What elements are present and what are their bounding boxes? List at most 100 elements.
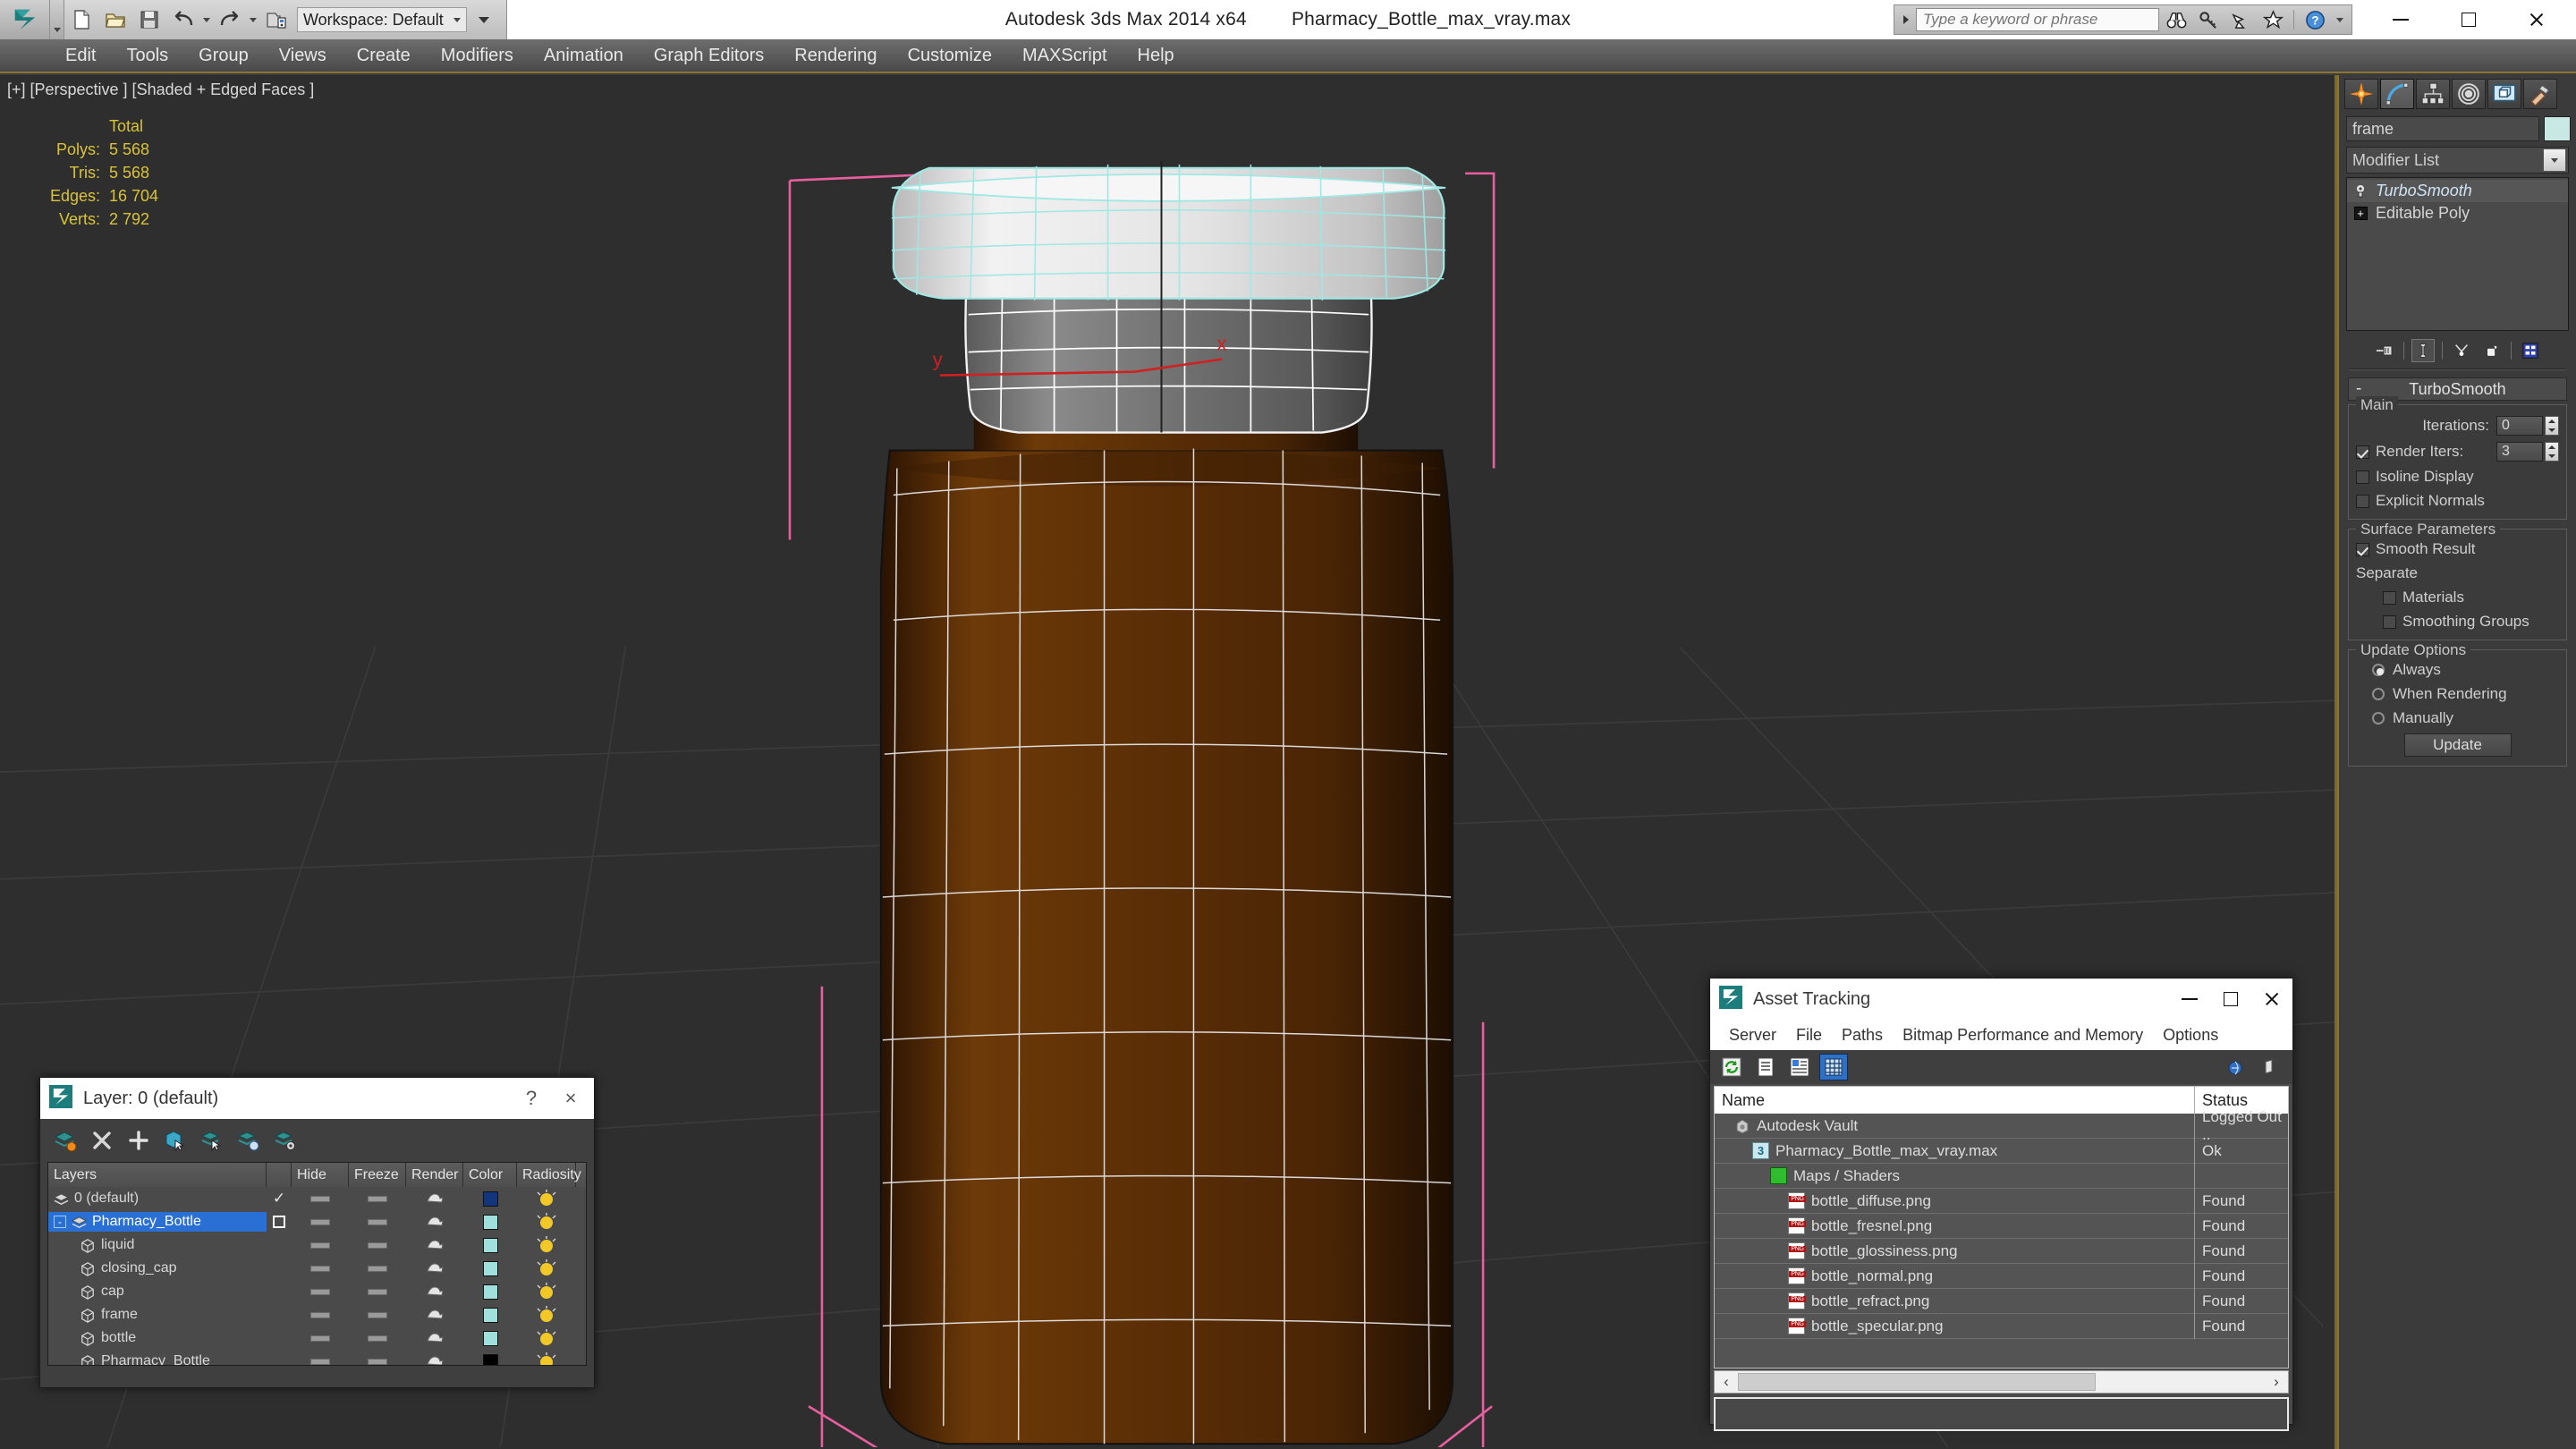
asset-name-cell[interactable]: bottle_glossiness.png xyxy=(1715,1238,2195,1264)
column-current[interactable] xyxy=(267,1163,292,1187)
redo-icon[interactable] xyxy=(213,2,247,38)
object-color-swatch[interactable] xyxy=(463,1237,517,1253)
hide-toggle[interactable] xyxy=(292,1241,349,1249)
menu-bitmap-performance-and-memory[interactable]: Bitmap Performance and Memory xyxy=(1893,1021,2153,1048)
menu-options[interactable]: Options xyxy=(2153,1021,2228,1048)
table-row[interactable]: - Pharmacy_Bottle xyxy=(48,1210,586,1233)
hide-toggle[interactable] xyxy=(292,1218,349,1225)
column-freeze[interactable]: Freeze xyxy=(349,1163,406,1187)
iterations-spinner[interactable] xyxy=(2545,416,2559,436)
smooth-result-checkbox[interactable] xyxy=(2356,542,2369,556)
hide-toggle[interactable] xyxy=(292,1195,349,1202)
freeze-toggle[interactable] xyxy=(349,1335,406,1342)
object-color-swatch[interactable] xyxy=(463,1353,517,1365)
application-menu-chevron-icon[interactable] xyxy=(50,0,64,39)
pin-stack-icon[interactable] xyxy=(2373,339,2396,362)
horizontal-scrollbar[interactable]: ‹ › xyxy=(1714,1370,2289,1394)
render-toggle[interactable] xyxy=(406,1353,463,1365)
column-color[interactable]: Color xyxy=(463,1163,517,1187)
satellite-dish-icon[interactable] xyxy=(2225,6,2256,33)
minimize-button[interactable] xyxy=(2169,979,2210,1020)
menu-views[interactable]: Views xyxy=(264,38,342,72)
column-name[interactable]: Name xyxy=(1715,1087,2195,1114)
render-iters-checkbox[interactable] xyxy=(2356,445,2369,459)
close-button[interactable] xyxy=(2503,0,2571,39)
object-name-cell[interactable]: cap xyxy=(48,1282,267,1301)
table-row[interactable]: bottle_specular.png Found xyxy=(1715,1313,2288,1339)
radiosity-icon[interactable] xyxy=(517,1283,576,1301)
menu-animation[interactable]: Animation xyxy=(529,38,639,72)
project-folder-icon[interactable] xyxy=(259,2,293,38)
table-row[interactable]: cap xyxy=(48,1280,586,1303)
radiosity-icon[interactable] xyxy=(517,1259,576,1277)
freeze-toggle[interactable] xyxy=(349,1218,406,1225)
layer-list[interactable]: Layers Hide Freeze Render Color Radiosit… xyxy=(47,1162,587,1366)
hide-toggle[interactable] xyxy=(292,1288,349,1295)
menu-file[interactable]: File xyxy=(1786,1021,1832,1048)
materials-checkbox[interactable] xyxy=(2383,590,2396,605)
table-row[interactable]: 3 Pharmacy_Bottle_max_vray.max Ok xyxy=(1715,1138,2288,1164)
asset-name-cell[interactable]: bottle_fresnel.png xyxy=(1715,1213,2195,1239)
layer-name-cell[interactable]: - Pharmacy_Bottle xyxy=(48,1212,267,1232)
table-row[interactable]: bottle_normal.png Found xyxy=(1715,1263,2288,1289)
help-network-icon[interactable]: ? xyxy=(2223,1054,2251,1080)
make-unique-icon[interactable] xyxy=(2450,339,2473,362)
field-isoline-display[interactable]: Isoline Display xyxy=(2356,468,2559,486)
field-materials[interactable]: Materials xyxy=(2356,589,2559,606)
smoothing-groups-checkbox[interactable] xyxy=(2383,614,2396,629)
layer-color-swatch[interactable] xyxy=(463,1214,517,1230)
menu-edit[interactable]: Edit xyxy=(50,38,111,72)
freeze-toggle[interactable] xyxy=(349,1265,406,1272)
table-row[interactable]: Autodesk Vault Logged Out .. xyxy=(1715,1108,2288,1143)
help-button[interactable]: ? xyxy=(512,1078,551,1119)
freeze-toggle[interactable] xyxy=(349,1288,406,1295)
layer-properties-icon[interactable] xyxy=(269,1125,301,1156)
table-row[interactable]: bottle_refract.png Found xyxy=(1715,1288,2288,1314)
object-name-field[interactable]: frame xyxy=(2346,116,2539,141)
refresh-icon[interactable] xyxy=(1717,1054,1746,1080)
undo-dropdown-icon[interactable] xyxy=(200,17,213,22)
render-iters-input[interactable]: 3 xyxy=(2496,442,2543,462)
new-file-icon[interactable] xyxy=(64,2,98,38)
freeze-toggle[interactable] xyxy=(349,1358,406,1365)
modifier-stack[interactable]: TurboSmooth + Editable Poly xyxy=(2346,177,2569,331)
freeze-toggle[interactable] xyxy=(349,1241,406,1249)
object-name-cell[interactable]: liquid xyxy=(48,1235,267,1255)
stack-item-turbosmooth[interactable]: TurboSmooth xyxy=(2347,180,2568,202)
hide-toggle[interactable] xyxy=(292,1265,349,1272)
current-layer-check[interactable] xyxy=(267,1216,292,1228)
hide-toggle[interactable] xyxy=(292,1358,349,1365)
render-toggle[interactable] xyxy=(406,1284,463,1300)
field-iterations[interactable]: Iterations: 0 xyxy=(2356,416,2559,436)
menu-customize[interactable]: Customize xyxy=(893,38,1007,72)
object-name-cell[interactable]: frame xyxy=(48,1305,267,1325)
object-name-cell[interactable]: bottle xyxy=(48,1328,267,1348)
table-row[interactable]: Pharmacy_Bottle xyxy=(48,1350,586,1365)
workspace-selector[interactable]: Workspace: Default xyxy=(297,7,467,32)
radiosity-icon[interactable] xyxy=(517,1213,576,1231)
list-view-icon[interactable] xyxy=(1751,1054,1780,1080)
menu-help[interactable]: Help xyxy=(1123,38,1190,72)
menu-create[interactable]: Create xyxy=(342,38,426,72)
remove-modifier-icon[interactable] xyxy=(2480,339,2504,362)
column-layers[interactable]: Layers xyxy=(48,1163,267,1187)
hierarchy-tab-icon[interactable] xyxy=(2416,79,2450,109)
lightbulb-icon[interactable] xyxy=(2352,183,2368,199)
configure-sets-icon[interactable] xyxy=(2519,339,2542,362)
table-row[interactable]: closing_cap xyxy=(48,1257,586,1280)
isoline-display-checkbox[interactable] xyxy=(2356,470,2369,484)
key-icon[interactable] xyxy=(2193,6,2224,33)
layer-name-cell[interactable]: 0 (default) xyxy=(48,1189,267,1208)
asset-name-cell[interactable]: bottle_diffuse.png xyxy=(1715,1188,2195,1214)
table-row[interactable]: Maps / Shaders xyxy=(1715,1163,2288,1189)
object-name-cell[interactable]: Pharmacy_Bottle xyxy=(48,1352,267,1365)
field-render-iters[interactable]: Render Iters: 3 xyxy=(2356,442,2559,462)
menu-rendering[interactable]: Rendering xyxy=(779,38,892,72)
table-row[interactable]: frame xyxy=(48,1303,586,1326)
modifier-list-dropdown[interactable]: Modifier List xyxy=(2346,147,2569,174)
render-toggle[interactable] xyxy=(406,1260,463,1276)
select-objects-in-layer-icon[interactable] xyxy=(159,1125,191,1156)
delete-layer-icon[interactable] xyxy=(86,1125,118,1156)
field-always[interactable]: Always xyxy=(2356,661,2559,679)
hide-toggle[interactable] xyxy=(292,1335,349,1342)
